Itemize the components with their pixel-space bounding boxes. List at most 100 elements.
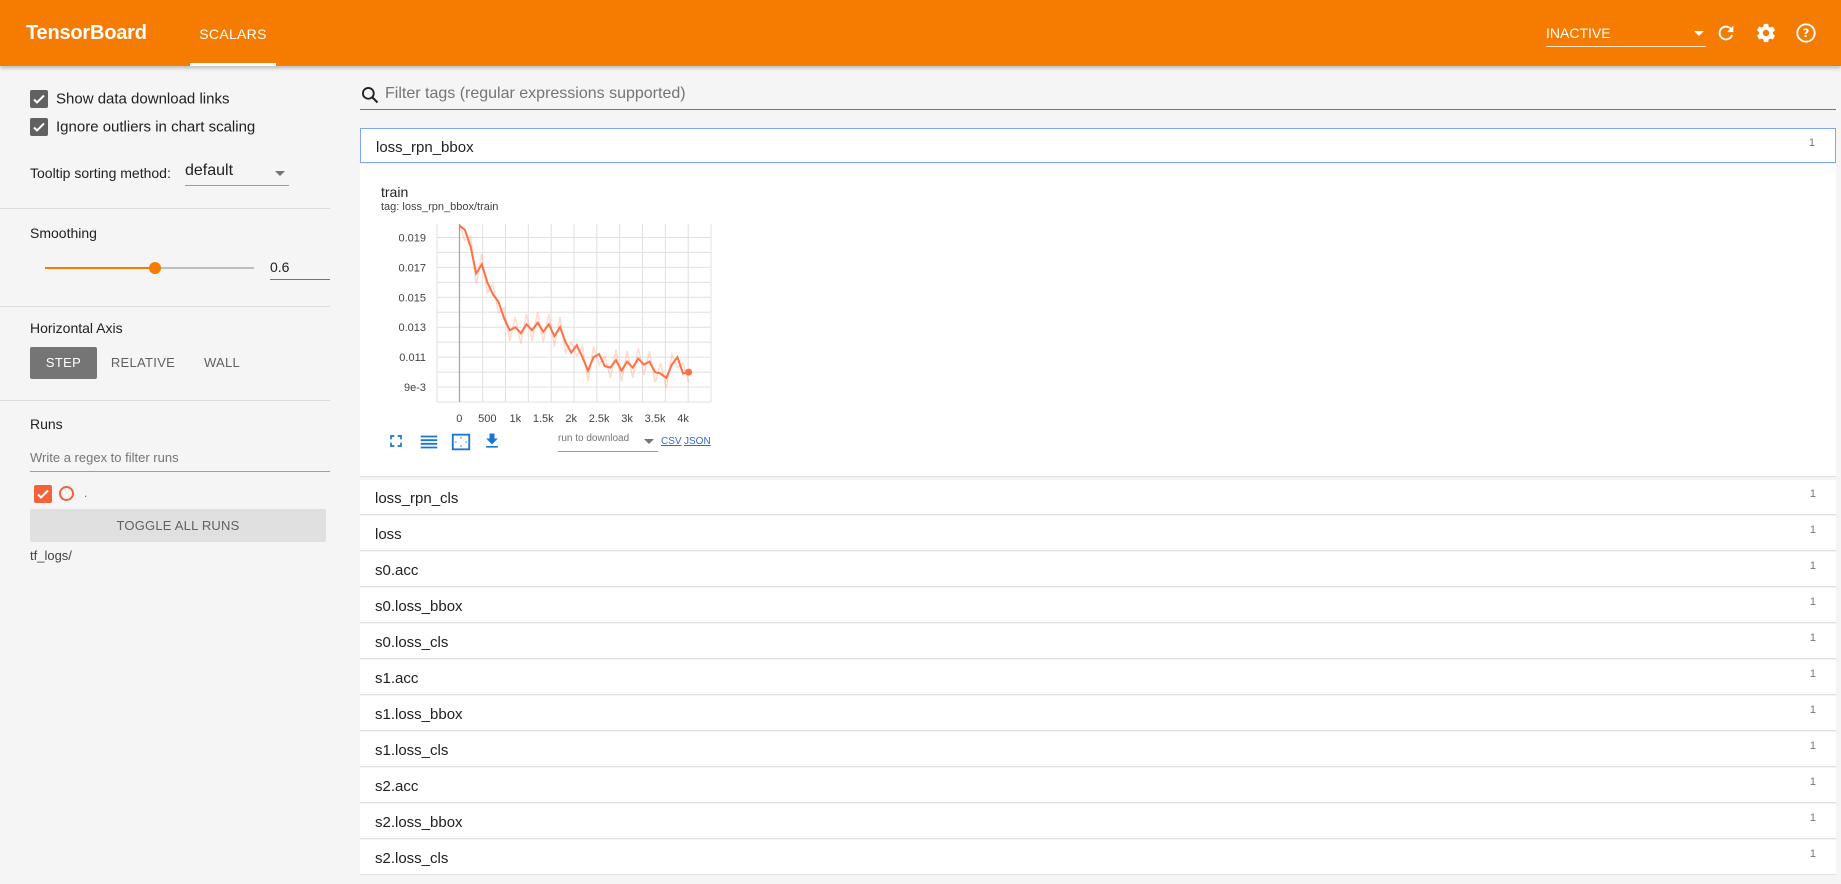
fullscreen-icon[interactable] [386,431,408,453]
show-download-links-checkbox[interactable] [30,90,48,109]
download-icon[interactable] [482,431,504,453]
category-name: loss [375,526,402,543]
help-icon[interactable]: ? [1795,22,1817,44]
smoothing-title: Smoothing [30,225,97,241]
x-tick-label: 1k [509,413,521,425]
x-tick-label: 1.5k [533,413,554,425]
category-name: s0.loss_cls [375,634,449,651]
category-name: s1.acc [375,670,419,687]
x-tick-label: 500 [478,413,496,425]
sidebar: Show data download links Ignore outliers… [0,66,330,884]
category-name: s1.loss_cls [375,742,449,759]
app-title: TensorBoard [26,22,147,44]
divider [0,208,330,209]
category-header[interactable]: loss_rpn_cls 1 [360,480,1836,515]
category-header[interactable]: s0.loss_bbox 1 [360,588,1836,623]
smoothing-slider-knob[interactable] [149,262,162,274]
category-name: s0.loss_bbox [375,598,463,615]
category-count: 1 [1809,488,1816,500]
y-tick-label: 0.011 [399,352,426,364]
category-count: 1 [1809,560,1816,572]
dashboard-select[interactable]: INACTIVE [1546,20,1706,47]
x-tick-label: 2.5k [589,413,610,425]
tab-scalars[interactable]: SCALARS [190,0,276,66]
run-color-radio[interactable] [59,486,74,501]
x-tick-label: 3.5k [645,413,666,425]
category-header[interactable]: s2.acc 1 [360,768,1836,803]
smoothing-slider-fill [45,267,156,269]
fit-domain-icon[interactable] [450,431,472,453]
category-name: s0.acc [375,562,419,579]
horizontal-axis-title: Horizontal Axis [30,320,123,336]
y-tick-label: 0.019 [398,232,426,244]
category-header[interactable]: s0.acc 1 [360,552,1836,587]
ignore-outliers-option[interactable]: Ignore outliers in chart scaling [30,118,255,138]
refresh-icon[interactable] [1715,22,1737,44]
category-header[interactable]: s0.loss_cls 1 [360,624,1836,659]
smoothing-input[interactable]: 0.6 [270,256,330,280]
dashboard-select-value: INACTIVE [1546,25,1611,41]
category-header[interactable]: loss 1 [360,516,1836,551]
category-count: 1 [1809,524,1816,536]
category-count: 1 [1809,776,1816,788]
scalar-line-chart[interactable]: 9e-3 0.011 0.013 0.015 0.017 0.019 0 500 1k 1.5k 2… [380,218,720,428]
tooltip-sorting-value: default [185,162,234,179]
runs-title: Runs [30,416,63,432]
category-header[interactable]: s1.loss_bbox 1 [360,696,1836,731]
settings-icon[interactable] [1755,22,1777,44]
tooltip-sorting-label: Tooltip sorting method: [30,165,171,181]
category-name: s1.loss_bbox [375,706,463,723]
category-header[interactable]: s2.loss_bbox 1 [360,804,1836,839]
y-tick-label: 9e-3 [404,382,426,394]
logdir-label: tf_logs/ [30,548,72,563]
category-name: s2.acc [375,778,419,795]
x-tick-label: 3k [621,413,633,425]
x-tick-label: 0 [456,413,462,425]
category-name: s2.loss_cls [375,850,449,867]
axis-step-button[interactable]: STEP [30,347,97,379]
axis-relative-button[interactable]: RELATIVE [104,347,182,379]
chevron-down-icon [644,439,654,444]
svg-text:?: ? [1803,26,1810,40]
runs-filter-input[interactable]: Write a regex to filter runs [30,448,330,472]
json-download-link[interactable]: JSON [684,436,711,447]
category-count: 1 [1809,596,1816,608]
run-to-download-value: run to download [558,433,630,444]
category-header[interactable]: s2.loss_cls 1 [360,840,1836,875]
tag-filter-input[interactable]: Filter tags (regular expressions support… [360,82,1836,110]
x-tick-label: 2k [565,413,577,425]
category-count: 1 [1809,632,1816,644]
divider [0,306,330,307]
show-download-links-option[interactable]: Show data download links [30,90,229,110]
category-header-open[interactable]: loss_rpn_bbox 1 [360,128,1836,163]
run-checkbox[interactable] [34,485,52,503]
run-to-download-select[interactable]: run to download [558,428,658,452]
chart-card-title: train [381,184,409,200]
axis-wall-button[interactable]: WALL [190,347,254,379]
chevron-down-icon [1694,31,1704,36]
y-tick-label: 0.017 [398,262,426,274]
show-download-links-label: Show data download links [56,90,230,108]
category-count: 1 [1808,137,1815,149]
toggle-log-scale-icon[interactable] [418,431,440,453]
y-tick-label: 0.013 [398,322,426,334]
category-count: 1 [1809,668,1816,680]
chevron-down-icon [275,171,285,176]
csv-download-link[interactable]: CSV [661,436,682,447]
search-icon [362,87,379,104]
category-name: loss_rpn_bbox [376,139,474,156]
category-count: 1 [1809,848,1816,860]
category-name: s2.loss_bbox [375,814,463,831]
category-header[interactable]: s1.loss_cls 1 [360,732,1836,767]
category-count: 1 [1809,812,1816,824]
active-tab-indicator [190,63,276,66]
toggle-all-runs-button[interactable]: TOGGLE ALL RUNS [30,509,326,542]
x-tick-label: 4k [677,413,689,425]
ignore-outliers-checkbox[interactable] [30,118,48,137]
category-count: 1 [1809,740,1816,752]
tooltip-sorting-select[interactable]: default [185,160,289,186]
tag-filter-placeholder: Filter tags (regular expressions support… [385,85,686,102]
category-header[interactable]: s1.acc 1 [360,660,1836,695]
ignore-outliers-label: Ignore outliers in chart scaling [56,118,256,136]
series-last-point [685,368,693,376]
